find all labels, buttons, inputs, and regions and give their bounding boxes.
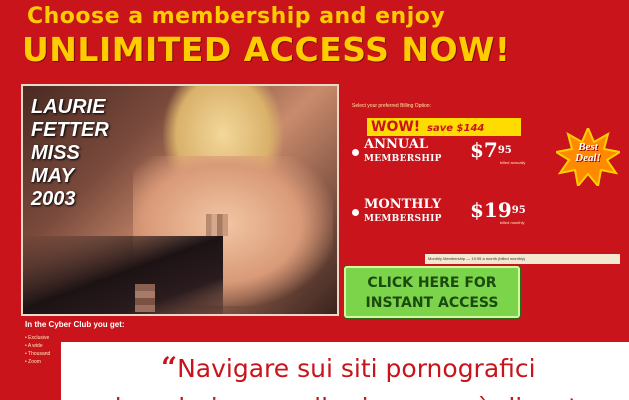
quote-mark: “ [161, 351, 178, 384]
cyber-club-item: • Exclusive [25, 335, 50, 341]
model-name-line: 2003 [31, 188, 76, 210]
headline-line2: UNLIMITED ACCESS NOW! [22, 30, 511, 69]
best-deal-label: Best Deal! [556, 142, 620, 164]
cyber-club-heading: In the Cyber Club you get: [25, 320, 125, 329]
plan-price: $795 [470, 138, 530, 162]
ad-page: Choose a membership and enjoy UNLIMITED … [0, 0, 629, 400]
cta-line1: CLICK HERE FOR [367, 275, 497, 291]
model-name: LAURIE FETTER MISS MAY 2003 [31, 96, 141, 211]
wow-banner: WOW! save $144 [367, 118, 521, 136]
plan-name-line1: MONTHLY [364, 197, 442, 212]
cyber-club-item: • Thousand [25, 351, 51, 357]
price-note: billed annually [500, 160, 526, 165]
save-label: save $144 [427, 123, 485, 134]
cta-line2: INSTANT ACCESS [365, 295, 499, 311]
cyber-club-item: • A wide [25, 343, 43, 349]
model-photo: LAURIE FETTER MISS MAY 2003 [21, 84, 339, 316]
plan-name-line1: ANNUAL [364, 137, 429, 152]
annual-membership-option[interactable]: ANNUAL MEMBERSHIP $795 billed annually [352, 138, 552, 178]
censor-pixelation [135, 284, 155, 312]
price-dollars: $7 [470, 138, 498, 162]
best-deal-line: Deal! [575, 152, 601, 164]
price-note: billed monthly [500, 220, 525, 225]
pull-quote-box: “Navigare sui siti pornografici che ader… [61, 342, 629, 400]
plan-name-line2: MEMBERSHIP [364, 214, 442, 224]
photo-stockings [23, 236, 223, 314]
monthly-fineprint: Monthly Membership — 19.95 a month (bill… [425, 254, 620, 264]
plan-name-line2: MEMBERSHIP [364, 154, 442, 164]
price-cents: 95 [497, 145, 512, 156]
model-name-line: MAY [31, 165, 74, 187]
pull-quote: “Navigare sui siti pornografici [161, 350, 621, 387]
plan-price: $1995 [470, 198, 530, 222]
price-dollars: $19 [470, 198, 512, 222]
censor-pixelation [206, 214, 228, 236]
model-name-line: FETTER [31, 119, 109, 141]
cyber-club-item: • Zoom [25, 359, 41, 365]
price-cents: 95 [511, 205, 526, 216]
cyber-club-list: • Exclusive • A wide • Thousand • Zoom [25, 334, 65, 366]
monthly-membership-option[interactable]: MONTHLY MEMBERSHIP $1995 billed monthly [352, 198, 552, 238]
headline-line1: Choose a membership and enjoy [27, 4, 446, 29]
quote-text: Navigare sui siti pornografici [177, 354, 536, 383]
bullet-icon [352, 209, 359, 216]
model-name-line: MISS [31, 142, 80, 164]
wow-label: WOW! [371, 119, 421, 135]
plan-name: MONTHLY MEMBERSHIP [364, 198, 464, 226]
bullet-icon [352, 149, 359, 156]
instant-access-button[interactable]: CLICK HERE FOR INSTANT ACCESS [344, 266, 520, 318]
pull-quote-line2: che aderiscono alla ricerca può diventar… [101, 390, 621, 400]
model-name-line: LAURIE [31, 96, 106, 118]
best-deal-badge: Best Deal! [553, 125, 623, 189]
plan-name: ANNUAL MEMBERSHIP [364, 138, 464, 166]
billing-prompt: Select your preferred Billing Option: [352, 103, 431, 109]
